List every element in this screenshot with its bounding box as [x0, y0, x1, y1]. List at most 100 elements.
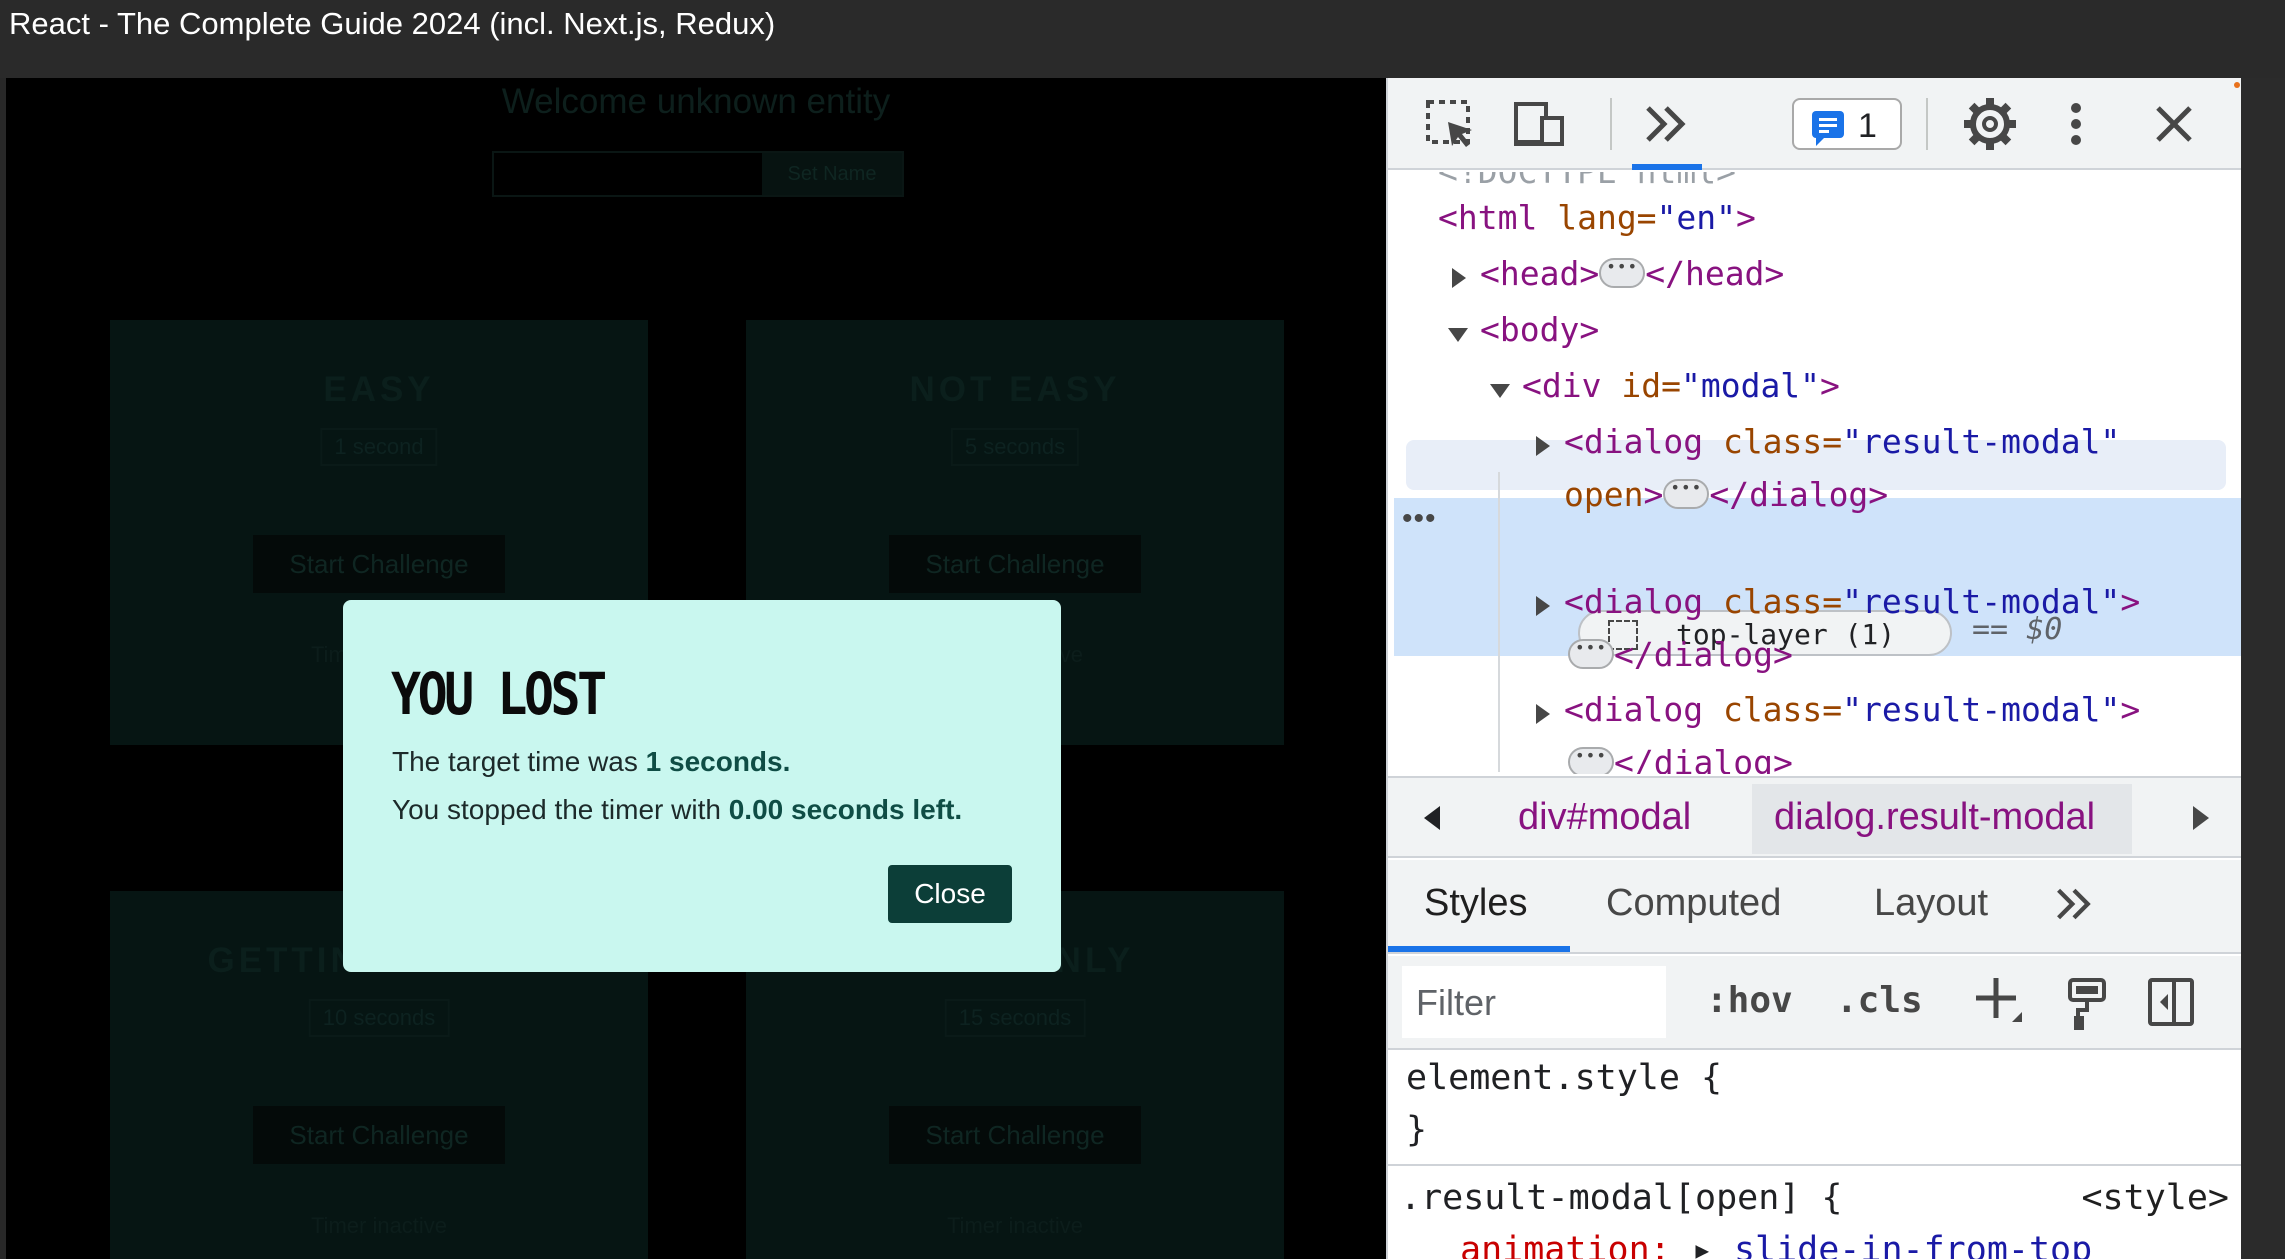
start-challenge-button[interactable]: Start Challenge [253, 535, 505, 593]
set-name-button[interactable]: Set Name [762, 153, 902, 195]
doctype-node: <!DOCTYPE html> [1438, 172, 1736, 191]
issues-button[interactable]: 1 [1792, 98, 1902, 150]
breadcrumb-dialog[interactable]: dialog.result-modal [1774, 796, 2095, 839]
tree-row-dialog-2-close[interactable]: </dialog> [1388, 635, 2241, 689]
target-time-value: 1 seconds. [645, 746, 791, 777]
body-tag: <body> [1480, 310, 1600, 349]
dialog-tag: <dialog [1564, 422, 1704, 461]
more-tabs-icon[interactable] [1638, 96, 1694, 152]
time-left-value: 0.00 seconds left. [728, 794, 963, 825]
inspect-element-icon[interactable] [1422, 96, 1478, 152]
close-icon[interactable] [2146, 96, 2202, 152]
dialog-gt: > [1643, 475, 1664, 514]
styles-filter-bar: Filter :hov .cls [1388, 956, 2241, 1050]
breadcrumb-div-modal[interactable]: div#modal [1518, 796, 1691, 839]
filter-placeholder: Filter [1416, 982, 1496, 1023]
dialog-close-tag: </dialog> [1614, 635, 1793, 674]
dialog-class-attr: class= [1703, 582, 1843, 621]
element-style-selector[interactable]: element.style { [1406, 1058, 1722, 1098]
toolbar-separator [1926, 98, 1928, 150]
dialog-gt: > [2120, 690, 2141, 729]
active-tab-indicator [1388, 946, 1570, 952]
tree-row-div-modal[interactable]: <div id="modal"> [1388, 366, 2241, 420]
toggle-sidebar-icon[interactable] [2148, 978, 2194, 1026]
window-title: React - The Complete Guide 2024 (incl. N… [9, 6, 776, 41]
kebab-menu-icon[interactable] [2048, 96, 2104, 152]
div-tag-close: > [1820, 366, 1840, 405]
tree-row-dialog-3-close[interactable]: </dialog> [1388, 743, 2241, 774]
div-id-attr: id= [1601, 366, 1681, 405]
cls-toggle[interactable]: .cls [1836, 980, 1923, 1021]
rule-property: animation: [1460, 1230, 1671, 1259]
dialog-tag: <dialog [1564, 690, 1704, 729]
more-tabs-icon[interactable] [2050, 880, 2098, 939]
time-left-text: You stopped the timer with 0.00 seconds … [392, 794, 962, 826]
hov-toggle[interactable]: :hov [1706, 980, 1793, 1021]
player-name-input[interactable]: Set Name [492, 151, 904, 197]
collapse-arrow-icon[interactable] [1448, 328, 1468, 342]
rule-declaration[interactable]: animation: ▸ slide-in-from-top [1460, 1230, 2092, 1259]
collapse-arrow-icon[interactable] [1490, 384, 1510, 398]
breadcrumb: div#modal dialog.result-modal [1388, 776, 2241, 858]
start-challenge-button[interactable]: Start Challenge [253, 1106, 505, 1164]
paint-roller-icon[interactable] [2066, 978, 2106, 1030]
dialog-class-value: "result-modal" [1842, 690, 2121, 729]
dialog-tag: <dialog [1564, 582, 1704, 621]
expand-arrow-icon[interactable] [1536, 436, 1550, 456]
html-tag: <html [1438, 198, 1538, 237]
rule-selector[interactable]: .result-modal[open] { [1400, 1178, 1843, 1218]
collapsed-ellipsis-icon[interactable] [1599, 257, 1646, 288]
tab-computed[interactable]: Computed [1606, 882, 1781, 925]
card-duration: 15 seconds [944, 999, 1086, 1037]
issues-count: 1 [1858, 107, 1877, 145]
tree-row-dialog-open-cont[interactable]: open> </dialog> [1388, 475, 2241, 529]
expand-arrow-icon[interactable] [1536, 704, 1550, 724]
settings-gear-icon[interactable] [1962, 96, 2018, 152]
target-time-label: The target time was [392, 746, 646, 777]
dialog-class-value: "result-modal" [1842, 422, 2121, 461]
tab-layout[interactable]: Layout [1874, 882, 1988, 925]
card-duration: 10 seconds [308, 999, 450, 1037]
head-close-tag: </head> [1645, 254, 1785, 293]
tree-row-html[interactable]: <html lang="en"> [1388, 198, 2241, 252]
start-challenge-button[interactable]: Start Challenge [889, 535, 1141, 593]
devtools-toolbar: 1 [1388, 78, 2241, 170]
styles-pane: element.style { } .result-modal[open] { … [1388, 1052, 2241, 1259]
rule-source-link[interactable]: <style> [2081, 1178, 2229, 1218]
tree-row-dialog-2[interactable]: <dialog class="result-modal"> [1388, 582, 2241, 636]
timer-status: Timer inactive [310, 1213, 448, 1238]
collapsed-ellipsis-icon[interactable] [1568, 638, 1614, 669]
collapsed-ellipsis-icon[interactable] [1663, 478, 1710, 509]
dialog-gt: > [2120, 582, 2141, 621]
devtools-panel: 1 <!DOCTYPE html> <html lang="en"> <head… [1386, 78, 2241, 1259]
close-button[interactable]: Close [888, 865, 1012, 923]
notification-dot [2234, 82, 2240, 88]
tree-row-body[interactable]: <body> [1388, 310, 2241, 364]
rule-value: slide-in-from-top [1733, 1230, 2093, 1259]
card-duration: 5 seconds [950, 428, 1080, 466]
window-right-edge [2241, 78, 2285, 1259]
collapsed-ellipsis-icon[interactable] [1568, 746, 1614, 774]
device-toolbar-icon[interactable] [1512, 96, 1568, 152]
element-style-close: } [1406, 1110, 1428, 1150]
expand-arrow-icon[interactable] [1452, 268, 1466, 288]
tree-row-head[interactable]: <head> </head> [1388, 254, 2241, 308]
tree-row-dialog-open[interactable]: <dialog class="result-modal" [1388, 422, 2241, 476]
tree-row-dialog-3[interactable]: <dialog class="result-modal"> [1388, 690, 2241, 744]
div-id-value: "modal" [1680, 366, 1821, 405]
new-style-rule-icon[interactable] [1968, 970, 2028, 1043]
app-viewport: Welcome unknown entity Set Name EASY 1 s… [6, 78, 1386, 1259]
expand-arrow-icon[interactable]: ▸ [1692, 1230, 1713, 1259]
scroll-left-icon[interactable] [1424, 806, 1440, 830]
scroll-right-icon[interactable] [2193, 806, 2209, 830]
start-challenge-button[interactable]: Start Challenge [889, 1106, 1141, 1164]
card-title: NOT EASY [909, 370, 1121, 409]
issues-icon [1812, 111, 1844, 146]
html-tag-close: > [1736, 198, 1756, 237]
head-tag: <head> [1480, 254, 1600, 293]
card-title: EASY [323, 370, 435, 409]
target-time-text: The target time was 1 seconds. [392, 746, 790, 778]
tab-styles[interactable]: Styles [1424, 882, 1527, 925]
time-left-label: You stopped the timer with [392, 794, 729, 825]
expand-arrow-icon[interactable] [1536, 596, 1550, 616]
